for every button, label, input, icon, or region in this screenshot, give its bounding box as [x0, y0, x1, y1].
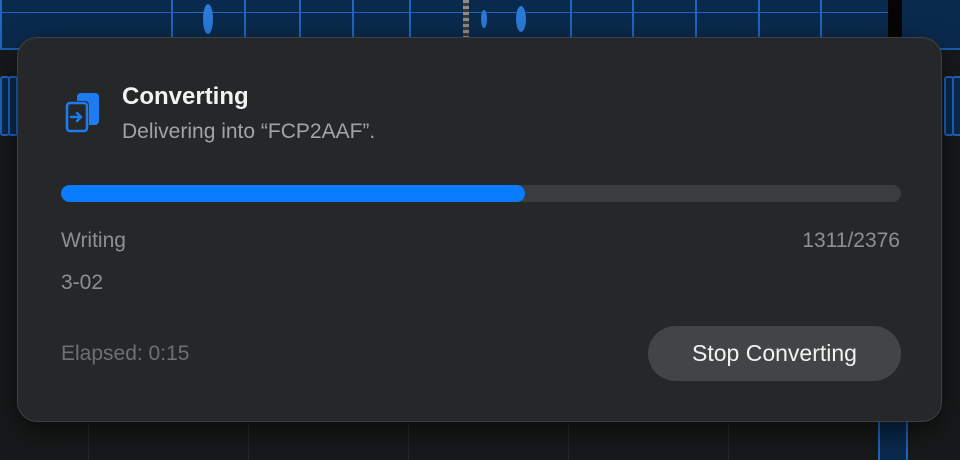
dialog-subtitle: Delivering into “FCP2AAF”. [122, 120, 376, 143]
grid-line [408, 420, 409, 460]
stop-converting-button[interactable]: Stop Converting [648, 326, 901, 381]
current-item-name: 3-02 [61, 271, 104, 294]
timeline-right-clips [944, 76, 960, 136]
waveform [516, 6, 526, 32]
waveform [203, 4, 213, 34]
status-label: Writing [61, 229, 126, 252]
conversion-progress-dialog: Converting Delivering into “FCP2AAF”. Wr… [17, 37, 942, 422]
grid-line [728, 420, 729, 460]
dialog-title: Converting [122, 83, 249, 110]
progress-bar [61, 185, 901, 202]
waveform [481, 10, 487, 28]
grid-line [568, 420, 569, 460]
document-convert-icon [63, 91, 101, 135]
grid-line [88, 420, 89, 460]
clip-edge [0, 0, 2, 48]
grid-line [248, 420, 249, 460]
clip-guide [0, 12, 900, 13]
progress-bar-fill [61, 185, 525, 202]
timeline-clip [878, 420, 908, 460]
playhead[interactable] [463, 0, 469, 40]
elapsed-time: Elapsed: 0:15 [61, 342, 190, 365]
progress-count: 1311/2376 [802, 229, 900, 252]
